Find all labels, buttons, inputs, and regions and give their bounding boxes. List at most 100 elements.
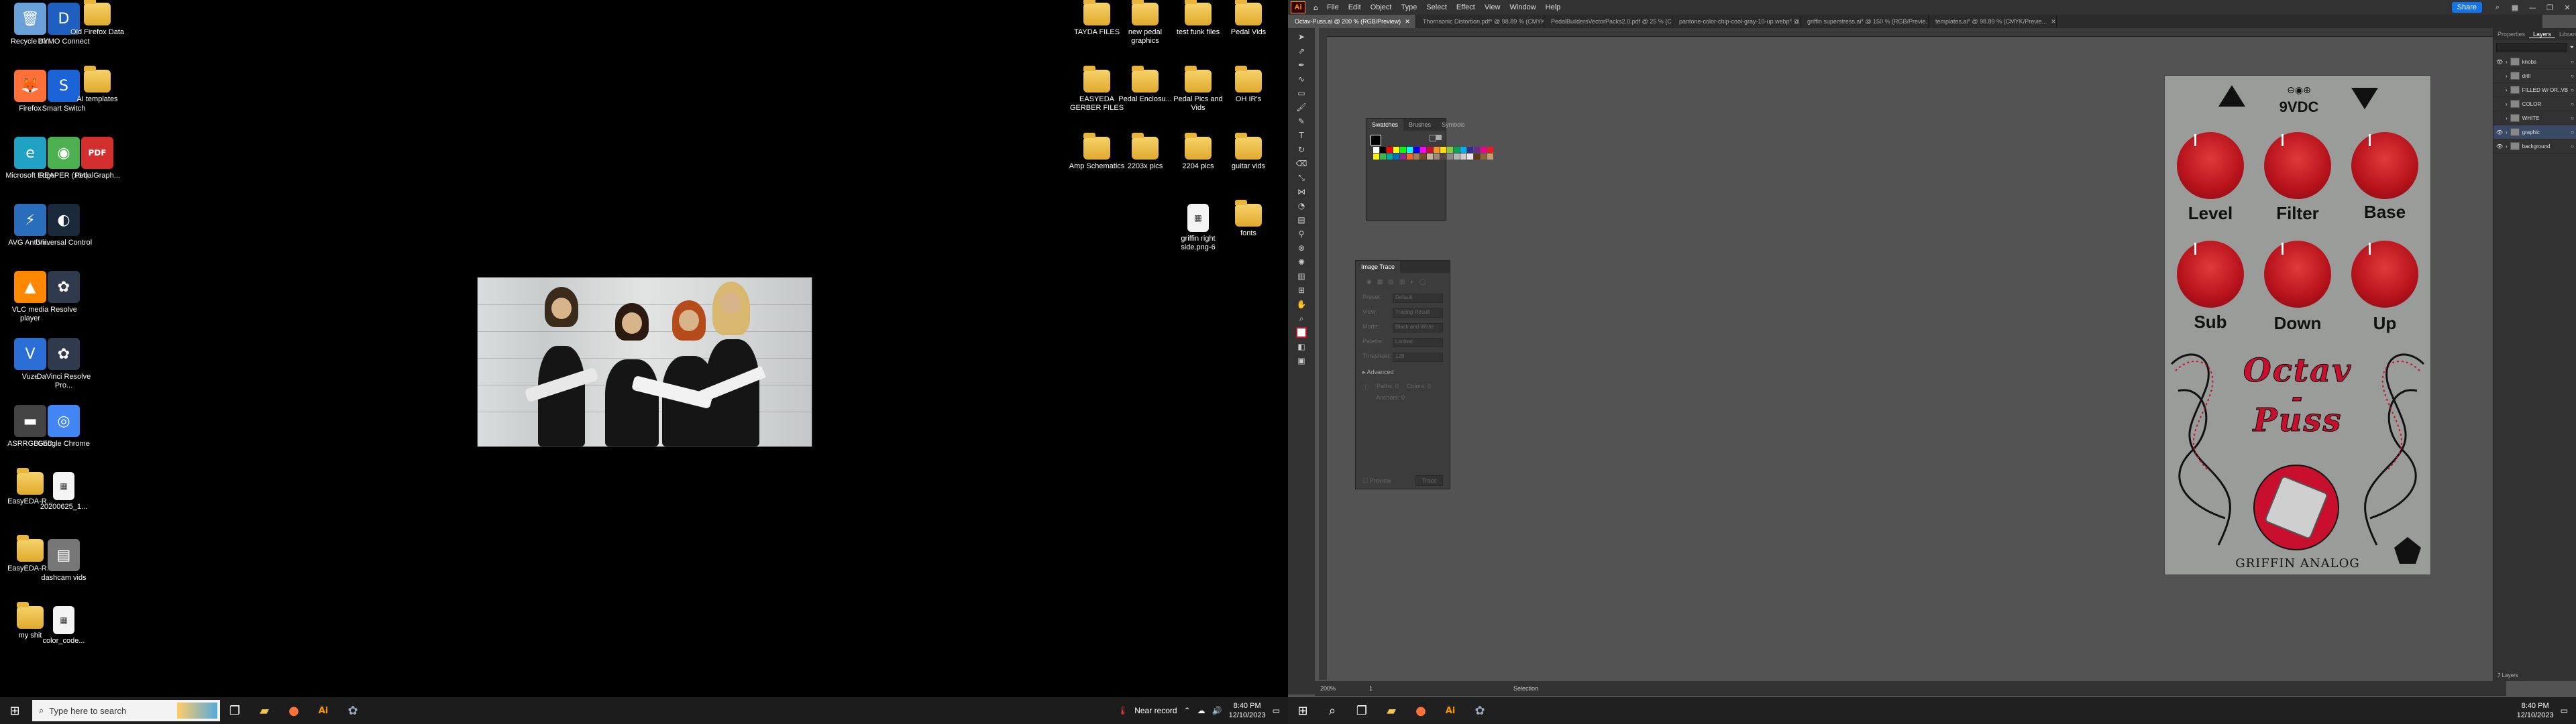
desktop-icon[interactable]: ▦ griffin right side.png-6	[1169, 204, 1227, 252]
taskbar-clock[interactable]: 8:40 PM 12/10/2023	[1229, 701, 1266, 720]
desktop-icon[interactable]: ▤ dashcam vids	[35, 539, 93, 583]
desktop-icon[interactable]: 2204 pics	[1169, 133, 1227, 171]
color-swatch[interactable]	[1474, 147, 1480, 153]
document-tab[interactable]: templates.ai* @ 98.89 % (CMYK/Previe... …	[1929, 15, 2057, 28]
color-swatch[interactable]	[1380, 147, 1386, 153]
blend-tool-icon[interactable]: ⊗	[1294, 242, 1309, 254]
color-swatch[interactable]	[1387, 147, 1393, 153]
layer-row[interactable]: 👁 › background ○	[2493, 139, 2576, 154]
color-swatch[interactable]	[1427, 147, 1433, 153]
filter-icon[interactable]: ⏷	[2570, 44, 2574, 51]
desktop-icon[interactable]: Pedal Enclosu...	[1116, 66, 1174, 104]
pen-tool-icon[interactable]: ✒	[1294, 59, 1309, 71]
visibility-eye-icon[interactable]: 👁	[2496, 143, 2503, 149]
desktop-icon[interactable]: fonts	[1220, 200, 1277, 238]
layer-target-icon[interactable]: ○	[2571, 115, 2574, 121]
scale-tool-icon[interactable]: ⤡	[1294, 172, 1309, 184]
swatches-panel-tab[interactable]: Symbols	[1436, 121, 1470, 128]
desktop-icon[interactable]: ▦ color_code...	[35, 606, 93, 646]
workspace-icon[interactable]: ▦	[2506, 3, 2524, 12]
close-icon[interactable]: ✕	[2559, 3, 2576, 12]
color-swatch[interactable]	[1481, 154, 1487, 160]
curvature-tool-icon[interactable]: ∿	[1294, 73, 1309, 85]
black-white-icon[interactable]: ◐	[1410, 278, 1413, 286]
layer-target-icon[interactable]: ○	[2571, 143, 2574, 149]
hand-tool-icon[interactable]: ✋	[1294, 298, 1309, 310]
high-color-icon[interactable]: ▦	[1377, 278, 1383, 286]
network-icon[interactable]: ☁	[1197, 706, 1205, 715]
auto-color-icon[interactable]: ◉	[1366, 278, 1372, 286]
desktop-icon[interactable]: Old Firefox Data	[68, 0, 126, 37]
color-swatch[interactable]	[1413, 154, 1419, 160]
preview-checkbox[interactable]: ☐ Preview	[1362, 477, 1391, 485]
fill-stroke-icon[interactable]	[1294, 326, 1309, 339]
zoom-level[interactable]: 200%	[1320, 685, 1336, 692]
expand-chevron-icon[interactable]: ›	[2506, 73, 2508, 79]
layer-target-icon[interactable]: ○	[2571, 73, 2574, 79]
color-swatch[interactable]	[1427, 154, 1433, 160]
desktop-icon[interactable]: ◐ Universal Control	[35, 204, 93, 247]
page-number[interactable]: 1	[1369, 685, 1373, 692]
expand-chevron-icon[interactable]: ›	[2506, 129, 2508, 135]
color-swatch[interactable]	[1380, 154, 1386, 160]
status-tool[interactable]: Selection	[1513, 685, 1538, 692]
expand-chevron-icon[interactable]: ›	[2506, 101, 2508, 107]
zoom-tool-icon[interactable]: ⌕	[1294, 312, 1309, 324]
close-tab-icon[interactable]: ✕	[1405, 18, 1410, 25]
right-panel-tab[interactable]: Libraries	[2555, 31, 2576, 38]
layer-target-icon[interactable]: ○	[2571, 101, 2574, 107]
expand-chevron-icon[interactable]: ›	[2506, 87, 2508, 93]
outline-icon[interactable]: ◯	[1419, 278, 1426, 286]
color-swatch[interactable]	[1373, 147, 1379, 153]
taskbar-search-box[interactable]: ⌕ Type here to search	[32, 700, 220, 721]
expand-chevron-icon[interactable]: ›	[2506, 59, 2508, 65]
layer-row[interactable]: 👁 › knobs ○	[2493, 55, 2576, 69]
color-swatch[interactable]	[1454, 147, 1460, 153]
color-swatch[interactable]	[1373, 154, 1379, 160]
color-swatch[interactable]	[1487, 147, 1493, 153]
desktop-icon[interactable]: ✿ DaVinci Resolve Pro...	[35, 338, 93, 390]
visibility-eye-icon[interactable]: 👁	[2496, 59, 2503, 65]
document-tab[interactable]: Thornsonic Distortion.pdf* @ 98.89 % (CM…	[1416, 15, 1544, 28]
color-swatch[interactable]	[1393, 154, 1399, 160]
gradient-tool-icon[interactable]: ▤	[1294, 214, 1309, 226]
color-swatch[interactable]	[1447, 147, 1453, 153]
start-button[interactable]: ⊞	[0, 697, 30, 724]
desktop-icon[interactable]: 2203x pics	[1116, 133, 1174, 171]
desktop-icon[interactable]: OH IR's	[1220, 66, 1277, 104]
task-view-icon[interactable]: ❐	[1347, 697, 1377, 724]
grayscale-icon[interactable]: ▥	[1399, 278, 1405, 286]
right-panel-tab[interactable]: Layers	[2529, 31, 2556, 38]
color-swatch[interactable]	[1454, 154, 1460, 160]
trace-button[interactable]: Trace	[1415, 475, 1443, 486]
color-swatch[interactable]	[1393, 147, 1399, 153]
menu-item[interactable]: Edit	[1344, 3, 1366, 11]
color-swatch[interactable]	[1467, 147, 1473, 153]
document-tab[interactable]: Octav-Puss.ai @ 200 % (RGB/Preview) ✕	[1288, 15, 1416, 28]
color-swatch[interactable]	[1440, 154, 1446, 160]
menu-item[interactable]: Select	[1421, 3, 1452, 11]
advanced-toggle[interactable]: ▸ Advanced	[1356, 365, 1450, 380]
expand-chevron-icon[interactable]: ›	[2506, 115, 2508, 121]
image-trace-title[interactable]: Image Trace	[1356, 261, 1401, 273]
layer-target-icon[interactable]: ○	[2571, 129, 2574, 135]
symbol-sprayer-tool-icon[interactable]: ✺	[1294, 256, 1309, 268]
color-swatch[interactable]	[1420, 147, 1426, 153]
davinci-taskbar-icon[interactable]: ✿	[338, 697, 368, 724]
direct-selection-tool-icon[interactable]: ⇗	[1294, 45, 1309, 57]
fill-swatch[interactable]	[1371, 135, 1381, 145]
layer-row[interactable]: 👁 › graphic ○	[2493, 125, 2576, 139]
color-swatch[interactable]	[1400, 147, 1406, 153]
pedal-artboard[interactable]: ⊖◉⊕ 9VDC Level Filter Base Sub Down Up O…	[2164, 75, 2431, 575]
drawing-modes-icon[interactable]: ◧	[1294, 341, 1309, 353]
menu-item[interactable]: Window	[1505, 3, 1541, 11]
expand-chevron-icon[interactable]: ›	[2506, 143, 2508, 149]
chevron-up-icon[interactable]: ⌃	[1184, 706, 1191, 715]
screen-mode-icon[interactable]: ▣	[1294, 355, 1309, 367]
taskbar-clock[interactable]: 8:40 PM 12/10/2023	[2517, 701, 2554, 720]
search-icon[interactable]: ⌕	[1318, 697, 1347, 724]
desktop-icon[interactable]: new pedal graphics	[1116, 0, 1174, 46]
width-tool-icon[interactable]: ⋈	[1294, 186, 1309, 198]
document-tab[interactable]: pantone-color-chip-cool-gray-10-up.webp*…	[1672, 15, 1801, 28]
color-swatch[interactable]	[1407, 154, 1413, 160]
